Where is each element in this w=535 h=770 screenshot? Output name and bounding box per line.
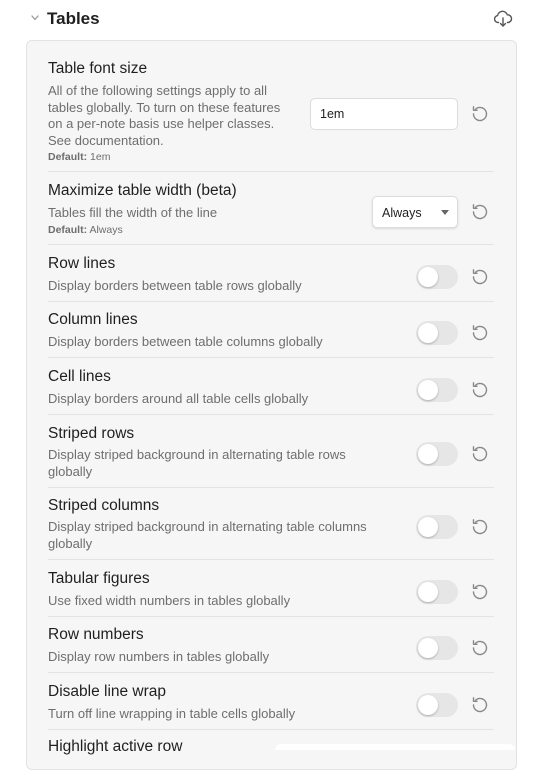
tabular-figures-toggle[interactable] <box>416 580 458 604</box>
setting-description: Tables fill the width of the line <box>48 205 218 220</box>
toggle-knob <box>418 323 438 343</box>
reset-icon[interactable] <box>470 695 490 715</box>
setting-title: Tabular figures <box>48 570 150 587</box>
font-size-input[interactable] <box>310 98 458 130</box>
setting-row-tabular-figures: Tabular figures Use fixed width numbers … <box>48 560 494 617</box>
reset-icon[interactable] <box>470 202 490 222</box>
toggle-knob <box>418 582 438 602</box>
row-lines-toggle[interactable] <box>416 265 458 289</box>
setting-description: Use fixed width numbers in tables global… <box>48 593 291 608</box>
reset-icon[interactable] <box>470 517 490 537</box>
setting-title: Striped columns <box>48 497 160 514</box>
toggle-knob <box>418 638 438 658</box>
disable-wrap-toggle[interactable] <box>416 693 458 717</box>
setting-description: All of the following settings apply to a… <box>48 83 281 148</box>
chevron-down-icon <box>441 210 449 215</box>
default-label: Default: <box>48 151 88 163</box>
setting-row-striped-columns: Striped columns Display striped backgrou… <box>48 488 494 560</box>
setting-row-font-size: Table font size All of the following set… <box>48 40 494 172</box>
toggle-knob <box>418 517 438 537</box>
default-label: Default: <box>48 224 88 236</box>
setting-row-row-lines: Row lines Display borders between table … <box>48 245 494 302</box>
reset-icon[interactable] <box>470 582 490 602</box>
section-header: Tables <box>0 0 535 40</box>
column-lines-toggle[interactable] <box>416 321 458 345</box>
default-value: Always <box>89 224 123 236</box>
max-width-select[interactable]: Always <box>372 196 458 228</box>
reset-icon[interactable] <box>470 323 490 343</box>
setting-description: Display borders between table columns gl… <box>48 334 323 349</box>
reset-icon[interactable] <box>470 104 490 124</box>
setting-description: Display borders between table rows globa… <box>48 278 302 293</box>
select-value: Always <box>382 206 422 220</box>
cloud-download-icon[interactable] <box>493 9 513 29</box>
default-value: 1em <box>90 151 111 163</box>
setting-title: Disable line wrap <box>48 683 167 700</box>
scroll-overlay <box>275 744 515 750</box>
toggle-knob <box>418 444 438 464</box>
setting-title: Row numbers <box>48 626 144 643</box>
cell-lines-toggle[interactable] <box>416 378 458 402</box>
setting-description: Display striped background in alternatin… <box>48 519 367 551</box>
reset-icon[interactable] <box>470 380 490 400</box>
setting-description: Display row numbers in tables globally <box>48 649 270 664</box>
setting-title: Cell lines <box>48 368 111 385</box>
reset-icon[interactable] <box>470 638 490 658</box>
setting-title-highlight-row: Highlight active row <box>48 738 183 755</box>
setting-default: Default: 1em <box>48 151 110 163</box>
reset-icon[interactable] <box>470 444 490 464</box>
reset-icon[interactable] <box>470 267 490 287</box>
striped-columns-toggle[interactable] <box>416 515 458 539</box>
setting-title: Striped rows <box>48 425 135 442</box>
setting-row-disable-wrap: Disable line wrap Turn off line wrapping… <box>48 673 494 730</box>
setting-description: Display borders around all table cells g… <box>48 391 309 406</box>
striped-rows-toggle[interactable] <box>416 442 458 466</box>
chevron-down-icon[interactable] <box>30 13 40 23</box>
setting-default: Default: Always <box>48 224 123 236</box>
setting-title: Row lines <box>48 255 116 272</box>
setting-description: Turn off line wrapping in table cells gl… <box>48 706 296 721</box>
setting-title: Maximize table width (beta) <box>48 182 237 199</box>
setting-row-cell-lines: Cell lines Display borders around all ta… <box>48 358 494 415</box>
toggle-knob <box>418 695 438 715</box>
toggle-knob <box>418 380 438 400</box>
setting-title: Table font size <box>48 60 148 77</box>
toggle-knob <box>418 267 438 287</box>
setting-row-column-lines: Column lines Display borders between tab… <box>48 302 494 358</box>
setting-row-row-numbers: Row numbers Display row numbers in table… <box>48 617 494 673</box>
row-numbers-toggle[interactable] <box>416 636 458 660</box>
setting-row-striped-rows: Striped rows Display striped background … <box>48 415 494 488</box>
setting-title: Column lines <box>48 311 138 328</box>
setting-row-max-width: Maximize table width (beta) Tables fill … <box>48 172 494 245</box>
setting-description: Display striped background in alternatin… <box>48 447 346 479</box>
section-title: Tables <box>47 9 100 28</box>
